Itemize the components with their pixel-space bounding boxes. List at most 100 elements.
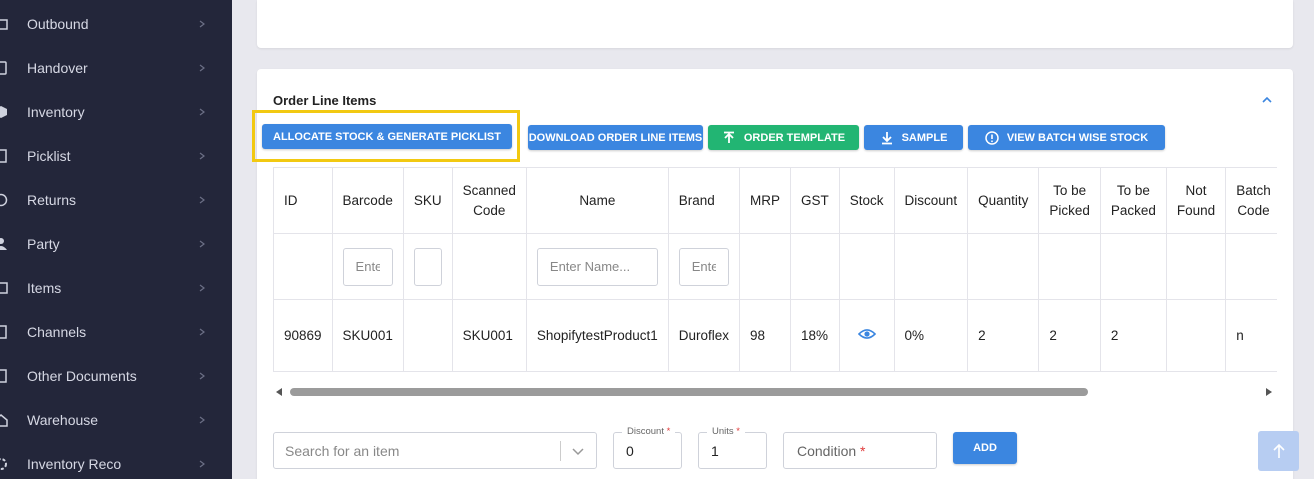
sidebar-item-warehouse[interactable]: Warehouse — [0, 398, 232, 442]
scroll-left-arrow[interactable] — [276, 388, 282, 396]
column-header-id[interactable]: ID — [273, 167, 333, 234]
chevron-right-icon — [199, 416, 205, 424]
items-icon — [0, 282, 8, 294]
info-icon — [985, 130, 999, 145]
cell-sku — [402, 299, 453, 372]
column-header-sku[interactable]: SKU — [402, 167, 453, 234]
filter-cell — [967, 233, 1040, 300]
sidebar-item-party[interactable]: Party — [0, 222, 232, 266]
item-search-input[interactable] — [274, 433, 558, 468]
cell-scanned-code: SKU001 — [451, 299, 527, 372]
filter-cell — [273, 233, 333, 300]
column-header-batch-code[interactable]: Batch Code — [1225, 167, 1277, 234]
sidebar-item-label: Inventory — [27, 104, 85, 120]
view-batch-wise-stock-label: VIEW BATCH WISE STOCK — [1006, 131, 1149, 144]
chevron-right-icon — [199, 108, 205, 116]
cell-batch-code: n — [1225, 299, 1277, 372]
add-button[interactable]: ADD — [953, 432, 1017, 464]
item-search-select[interactable] — [273, 432, 597, 469]
filter-cell — [893, 233, 969, 300]
scrollbar-thumb[interactable] — [290, 388, 1088, 396]
sku-filter-input[interactable] — [413, 247, 442, 286]
filter-cell — [525, 233, 669, 300]
column-header-quantity[interactable]: Quantity — [967, 167, 1040, 234]
filter-cell — [790, 233, 840, 300]
cell-brand: Duroflex — [667, 299, 741, 372]
download-icon — [881, 131, 892, 144]
order-template-button[interactable]: ORDER TEMPLATE — [708, 125, 859, 150]
sidebar-item-returns[interactable]: Returns — [0, 178, 232, 222]
units-label: Units * — [707, 426, 745, 437]
filter-cell — [838, 233, 895, 300]
units-field[interactable]: Units * — [698, 426, 767, 469]
warehouse-icon — [0, 414, 8, 427]
column-header-mrp[interactable]: MRP — [739, 167, 792, 234]
eye-icon[interactable] — [857, 328, 876, 340]
filter-cell — [402, 233, 453, 300]
sidebar-item-picklist[interactable]: Picklist — [0, 134, 232, 178]
filter-cell — [1099, 233, 1167, 300]
section-title: Order Line Items — [273, 93, 377, 108]
units-input[interactable] — [699, 433, 766, 468]
channels-icon — [0, 325, 7, 339]
sidebar-item-other-documents[interactable]: Other Documents — [0, 354, 232, 398]
cell-gst: 18% — [790, 299, 840, 372]
outbound-icon — [0, 19, 8, 30]
barcode-filter-input[interactable] — [342, 247, 393, 286]
chevron-right-icon — [199, 372, 205, 380]
column-header-stock[interactable]: Stock — [838, 167, 895, 234]
name-filter-input[interactable] — [536, 247, 658, 286]
sidebar-item-label: Warehouse — [27, 412, 99, 428]
discount-field[interactable]: Discount * — [613, 426, 682, 469]
filter-cell — [1038, 233, 1101, 300]
order-details-card — [257, 0, 1293, 48]
column-header-not-found[interactable]: Not Found — [1165, 167, 1227, 234]
column-header-brand[interactable]: Brand — [667, 167, 741, 234]
cell-to-be-packed: 2 — [1099, 299, 1167, 372]
column-header-scanned-code[interactable]: Scanned Code — [451, 167, 527, 234]
sidebar-item-channels[interactable]: Channels — [0, 310, 232, 354]
returns-icon — [0, 193, 8, 207]
sidebar-item-label: Channels — [27, 324, 87, 340]
sidebar-item-label: Other Documents — [27, 368, 137, 384]
sidebar-item-handover[interactable]: Handover — [0, 46, 232, 90]
column-header-barcode[interactable]: Barcode — [331, 167, 404, 234]
cell-stock — [838, 299, 895, 372]
discount-input[interactable] — [614, 433, 681, 468]
inventory-icon — [0, 106, 7, 118]
order-template-label: ORDER TEMPLATE — [743, 131, 846, 144]
column-header-to-be-picked[interactable]: To be Picked — [1038, 167, 1101, 234]
discount-label: Discount * — [622, 426, 676, 437]
table-filter-row — [273, 233, 1277, 300]
select-divider — [560, 441, 561, 461]
chevron-right-icon — [199, 152, 205, 160]
column-header-gst[interactable]: GST — [790, 167, 840, 234]
condition-field[interactable]: Condition * — [783, 432, 937, 469]
scroll-right-arrow[interactable] — [1266, 388, 1272, 396]
filter-cell — [739, 233, 792, 300]
column-header-name[interactable]: Name — [525, 167, 669, 234]
sidebar-item-inventory-reco[interactable]: Inventory Reco — [0, 442, 232, 479]
allocate-stock-button[interactable]: ALLOCATE STOCK & GENERATE PICKLIST — [262, 124, 512, 149]
cell-name: ShopifytestProduct1 — [525, 299, 669, 372]
sidebar-item-inventory[interactable]: Inventory — [0, 90, 232, 134]
table-header-row: ID Barcode SKU Scanned Code Name Brand M… — [273, 167, 1277, 234]
chevron-right-icon — [199, 64, 205, 72]
cell-discount: 0% — [893, 299, 969, 372]
sidebar-item-outbound[interactable]: Outbound — [0, 2, 232, 46]
sample-button[interactable]: SAMPLE — [864, 125, 963, 150]
download-order-line-items-button[interactable]: DOWNLOAD ORDER LINE ITEMS — [528, 125, 703, 150]
sidebar-item-items[interactable]: Items — [0, 266, 232, 310]
chevron-right-icon — [199, 20, 205, 28]
view-batch-wise-stock-button[interactable]: VIEW BATCH WISE STOCK — [968, 125, 1165, 150]
brand-filter-input[interactable] — [678, 247, 730, 286]
chevron-right-icon — [199, 196, 205, 204]
column-header-to-be-packed[interactable]: To be Packed — [1099, 167, 1167, 234]
sidebar: Outbound Handover Inventory Picklist Ret… — [0, 0, 232, 479]
column-header-discount[interactable]: Discount — [893, 167, 969, 234]
chevron-down-icon[interactable] — [571, 446, 585, 456]
table-row: 90869 SKU001 SKU001 ShopifytestProduct1 … — [273, 299, 1277, 372]
chevron-up-icon[interactable] — [1260, 95, 1274, 105]
scroll-to-top-button[interactable] — [1258, 431, 1299, 471]
sidebar-item-label: Picklist — [27, 148, 71, 164]
